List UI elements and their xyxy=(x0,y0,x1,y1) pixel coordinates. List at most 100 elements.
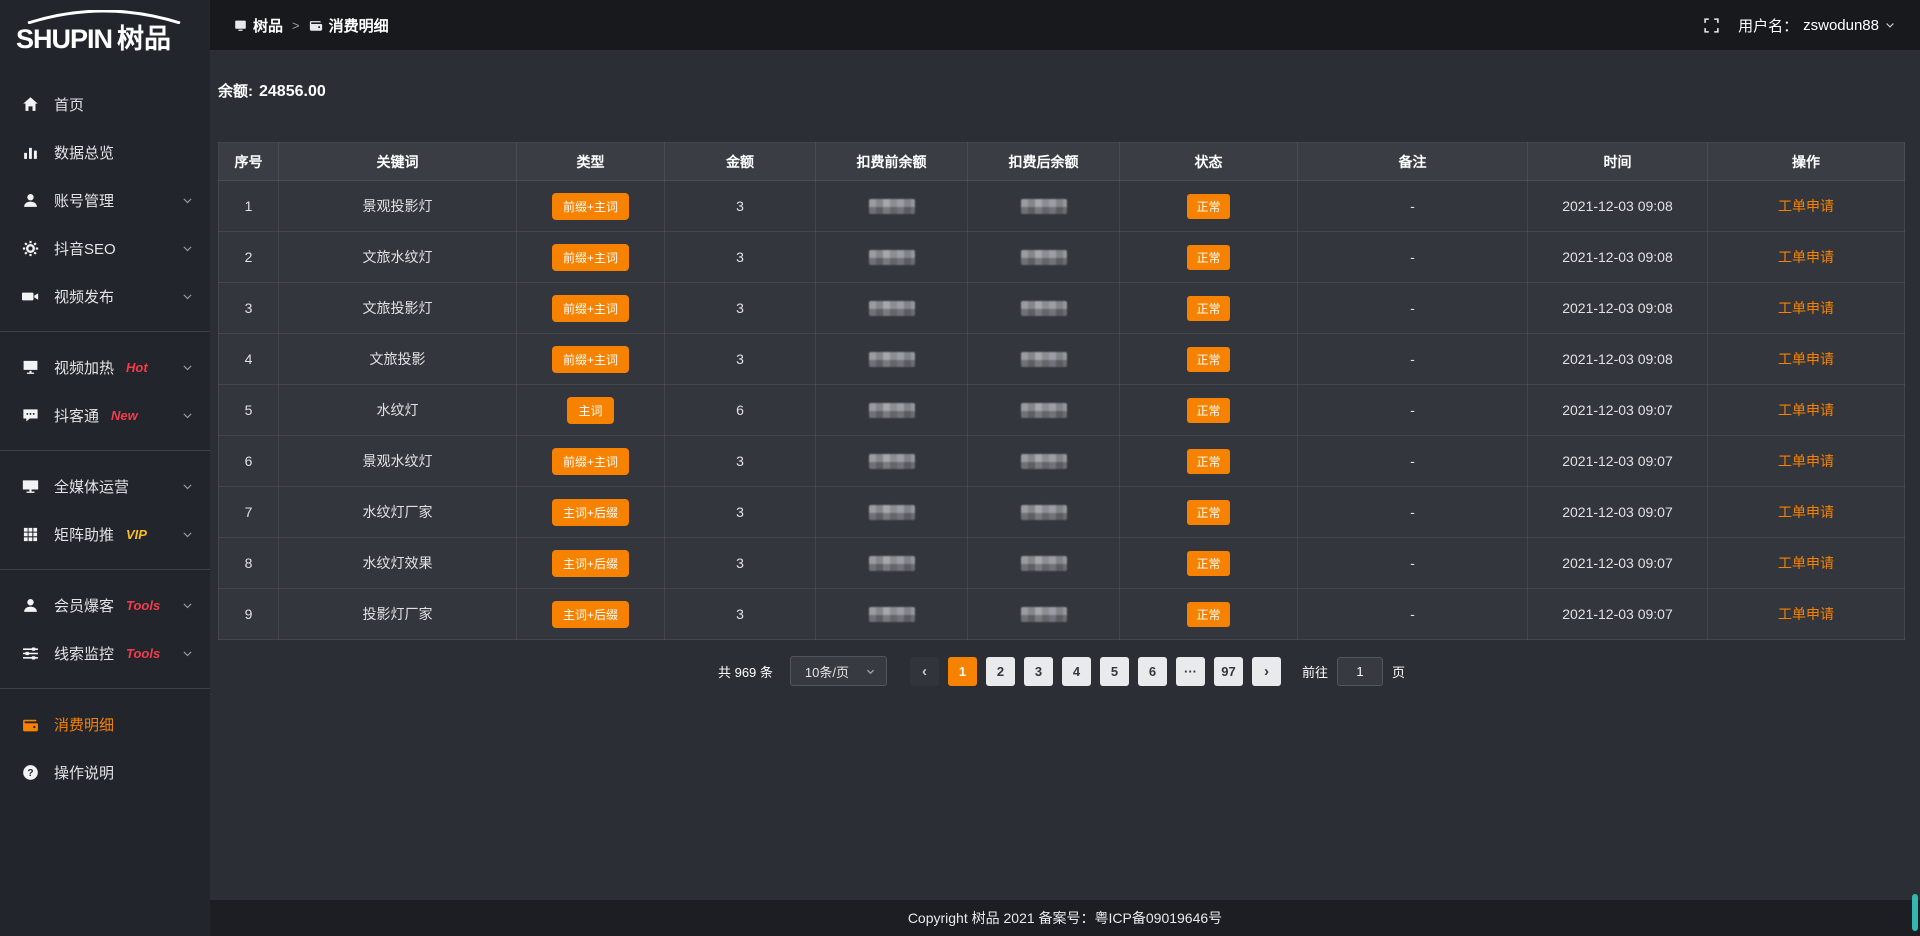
sidebar-item-clue-monitor[interactable]: 线索监控Tools xyxy=(0,629,210,677)
consumption-table: 序号关键词类型金额扣费前余额扣费后余额状态备注时间操作 1景观投影灯前缀+主词3… xyxy=(218,142,1905,640)
work-order-link[interactable]: 工单申请 xyxy=(1778,300,1834,316)
sidebar-item-account-management[interactable]: 账号管理 xyxy=(0,176,210,224)
column-header: 金额 xyxy=(665,143,816,181)
column-header: 扣费后余额 xyxy=(968,143,1120,181)
cell-time: 2021-12-03 09:07 xyxy=(1528,538,1708,589)
page-ellipsis-button[interactable]: ··· xyxy=(1176,657,1205,686)
work-order-link[interactable]: 工单申请 xyxy=(1778,402,1834,418)
screen-icon xyxy=(22,359,40,376)
cell-remark: - xyxy=(1298,181,1528,232)
fullscreen-icon[interactable] xyxy=(1703,17,1720,34)
sidebar-item-label: 视频发布 xyxy=(54,286,114,307)
sidebar-item-label: 操作说明 xyxy=(54,762,114,783)
username-label: 用户名： xyxy=(1738,15,1798,36)
sidebar-item-matrix-boost[interactable]: 矩阵助推VIP xyxy=(0,510,210,558)
masked-pre-balance xyxy=(869,301,915,316)
cell-remark: - xyxy=(1298,283,1528,334)
user-dropdown[interactable]: 用户名： zswodun88 xyxy=(1738,15,1896,36)
cell-time: 2021-12-03 09:07 xyxy=(1528,385,1708,436)
work-order-link[interactable]: 工单申请 xyxy=(1778,249,1834,265)
table-row: 4文旅投影前缀+主词3正常-2021-12-03 09:08工单申请 xyxy=(219,334,1905,385)
work-order-link[interactable]: 工单申请 xyxy=(1778,453,1834,469)
work-order-link[interactable]: 工单申请 xyxy=(1778,504,1834,520)
sidebar-item-all-media-operation[interactable]: 全媒体运营 xyxy=(0,462,210,510)
page-size-select[interactable]: 10条/页 xyxy=(790,656,887,686)
scrollbar-thumb[interactable] xyxy=(1912,894,1918,931)
page-button-1[interactable]: 1 xyxy=(948,657,977,686)
masked-post-balance xyxy=(1021,199,1067,214)
bar-chart-icon xyxy=(22,144,40,161)
chevron-down-icon xyxy=(181,409,194,422)
video-camera-icon xyxy=(22,288,40,305)
page-button-5[interactable]: 5 xyxy=(1100,657,1129,686)
type-badge: 前缀+主词 xyxy=(552,295,629,322)
sidebar-item-data-overview[interactable]: 数据总览 xyxy=(0,128,210,176)
status-badge: 正常 xyxy=(1187,194,1229,219)
cell-remark: - xyxy=(1298,538,1528,589)
sidebar-item-label: 抖客通 xyxy=(54,405,99,426)
gear-icon xyxy=(22,240,40,257)
work-order-link[interactable]: 工单申请 xyxy=(1778,555,1834,571)
page-button-3[interactable]: 3 xyxy=(1024,657,1053,686)
cell-keyword: 景观水纹灯 xyxy=(279,436,517,487)
logo-arc xyxy=(18,10,210,24)
sidebar-item-video-publish[interactable]: 视频发布 xyxy=(0,272,210,320)
masked-post-balance xyxy=(1021,301,1067,316)
work-order-link[interactable]: 工单申请 xyxy=(1778,351,1834,367)
work-order-link[interactable]: 工单申请 xyxy=(1778,606,1834,622)
sidebar-item-label: 账号管理 xyxy=(54,190,114,211)
sidebar-item-douketong[interactable]: 抖客通 New xyxy=(0,391,210,439)
column-header: 序号 xyxy=(219,143,279,181)
content-column: 树品 > 消费明细 用户名：zswodun88 xyxy=(210,0,1920,936)
page-button-97[interactable]: 97 xyxy=(1214,657,1243,686)
status-badge: 正常 xyxy=(1187,500,1229,525)
work-order-link[interactable]: 工单申请 xyxy=(1778,198,1834,214)
home-icon xyxy=(22,96,40,113)
member-icon xyxy=(22,597,40,614)
table-header-row: 序号关键词类型金额扣费前余额扣费后余额状态备注时间操作 xyxy=(219,143,1905,181)
prev-page-button[interactable]: ‹ xyxy=(910,657,939,686)
cell-keyword: 水纹灯效果 xyxy=(279,538,517,589)
app-root: SHUPIN 树品 首页数据总览账号管理抖音SEO 视频发布视频加热Hot 抖客通 Ne… xyxy=(0,0,1920,936)
table-row: 9投影灯厂家主词+后缀3正常-2021-12-03 09:07工单申请 xyxy=(219,589,1905,640)
sidebar-item-instructions[interactable]: ?操作说明 xyxy=(0,748,210,796)
type-badge: 前缀+主词 xyxy=(552,448,629,475)
sidebar-item-badge: Tools xyxy=(126,646,160,661)
sidebar-item-home[interactable]: 首页 xyxy=(0,80,210,128)
main-content: 余额:24856.00 序号关键词类型金额扣费前余额扣费后余额状态备注时间操作 … xyxy=(210,50,1920,900)
sidebar-item-video-heating[interactable]: 视频加热Hot xyxy=(0,343,210,391)
cell-time: 2021-12-03 09:07 xyxy=(1528,487,1708,538)
goto-page-input[interactable] xyxy=(1337,657,1383,686)
sidebar-item-label: 矩阵助推 xyxy=(54,524,114,545)
sidebar-item-label: 抖音SEO xyxy=(54,238,116,259)
sidebar-item-badge: New xyxy=(111,408,138,423)
next-page-button[interactable]: › xyxy=(1252,657,1281,686)
username-value: zswodun88 xyxy=(1803,17,1879,34)
page-button-6[interactable]: 6 xyxy=(1138,657,1167,686)
cell-time: 2021-12-03 09:08 xyxy=(1528,283,1708,334)
sidebar-item-member-baoke[interactable]: 会员爆客Tools xyxy=(0,581,210,629)
breadcrumb-root[interactable]: 树品 xyxy=(234,15,283,36)
chevron-down-icon xyxy=(181,194,194,207)
table-body: 1景观投影灯前缀+主词3正常-2021-12-03 09:08工单申请2文旅水纹… xyxy=(219,181,1905,640)
status-badge: 正常 xyxy=(1187,449,1229,474)
dashboard-icon xyxy=(234,19,247,32)
sidebar: SHUPIN树品 首页数据总览账号管理抖音SEO视频发布视频加热Hot抖客通Ne… xyxy=(0,0,210,936)
type-badge: 前缀+主词 xyxy=(552,193,629,220)
page-button-4[interactable]: 4 xyxy=(1062,657,1091,686)
page-button-2[interactable]: 2 xyxy=(986,657,1015,686)
balance-value: 24856.00 xyxy=(259,83,326,100)
sidebar-item-label: 首页 xyxy=(54,94,84,115)
table-row: 1景观投影灯前缀+主词3正常-2021-12-03 09:08工单申请 xyxy=(219,181,1905,232)
breadcrumb-separator: > xyxy=(292,18,300,33)
balance: 余额:24856.00 xyxy=(218,80,1905,101)
sidebar-item-consumption-detail[interactable]: 消费明细 xyxy=(0,700,210,748)
sidebar-item-douyin-seo[interactable]: 抖音SEO xyxy=(0,224,210,272)
sidebar-item-label: 全媒体运营 xyxy=(54,476,129,497)
logo-text-en: SHUPIN xyxy=(16,24,112,54)
chevron-down-icon xyxy=(181,599,194,612)
column-header: 扣费前余额 xyxy=(816,143,968,181)
masked-pre-balance xyxy=(869,607,915,622)
footer: Copyright 树品 2021 备案号：粤ICP备09019646号 xyxy=(210,900,1920,936)
cell-time: 2021-12-03 09:07 xyxy=(1528,436,1708,487)
